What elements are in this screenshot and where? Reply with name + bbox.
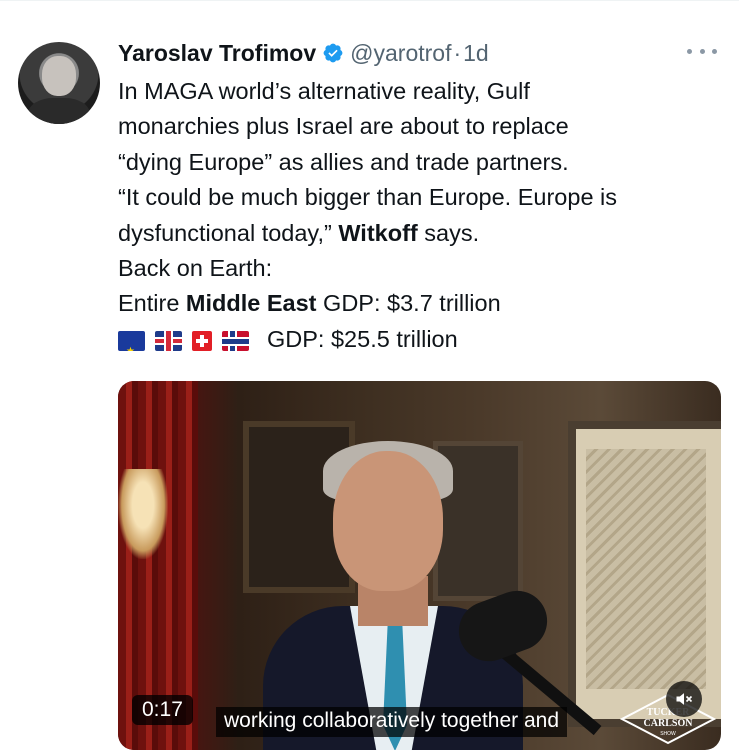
tweet-text: In MAGA world’s alternative reality, Gul… bbox=[118, 74, 730, 357]
bold-name: Witkoff bbox=[338, 219, 418, 246]
verified-badge-icon bbox=[322, 42, 344, 64]
dot bbox=[699, 48, 705, 54]
logo-text: CARLSON bbox=[644, 718, 694, 729]
avatar[interactable] bbox=[18, 42, 100, 124]
video-player[interactable]: 0:17 working collaboratively together an… bbox=[118, 381, 721, 750]
video-time-badge: 0:17 bbox=[132, 695, 193, 725]
text-segment: GDP: $25.5 trillion bbox=[267, 325, 458, 352]
author-handle[interactable]: @yarotrof bbox=[350, 40, 451, 67]
text-segment: GDP: $3.7 trillion bbox=[316, 290, 501, 317]
video-background-map bbox=[568, 421, 721, 727]
text-line: “It could be much bigger than Europe. Eu… bbox=[118, 184, 618, 211]
tweet[interactable]: Yaroslav Trofimov @yarotrof · 1d In MAGA… bbox=[0, 0, 739, 750]
logo-text: SHOW bbox=[660, 731, 676, 737]
text-segment: dysfunctional today,” bbox=[118, 219, 339, 246]
eu-flag-icon bbox=[118, 330, 145, 351]
dot bbox=[687, 48, 692, 54]
speaker-muted-icon[interactable] bbox=[666, 681, 702, 717]
text-line: Back on Earth: bbox=[118, 255, 273, 282]
text-line: Entire Middle East GDP: $3.7 trillion bbox=[118, 286, 730, 321]
text-line: monarchies plus Israel are about to repl… bbox=[118, 113, 569, 140]
text-segment: Entire bbox=[118, 290, 186, 317]
bold-region: Middle East bbox=[185, 290, 317, 317]
author-name[interactable]: Yaroslav Trofimov bbox=[118, 40, 316, 67]
text-line: dysfunctional today,” Witkoff says. bbox=[118, 216, 730, 251]
tweet-header: Yaroslav Trofimov @yarotrof · 1d bbox=[118, 36, 489, 70]
dot bbox=[712, 48, 717, 54]
video-person-head bbox=[333, 451, 443, 591]
text-segment: says. bbox=[417, 219, 480, 246]
video-caption: working collaboratively together and bbox=[216, 707, 568, 737]
flag-emoji-group bbox=[118, 330, 259, 351]
norway-flag-icon bbox=[222, 330, 249, 351]
uk-flag-icon bbox=[155, 330, 182, 351]
tweet-age[interactable]: 1d bbox=[463, 40, 489, 67]
more-options-icon[interactable] bbox=[687, 40, 717, 62]
text-line: GDP: $25.5 trillion bbox=[118, 322, 730, 357]
video-background-lamp bbox=[118, 469, 168, 559]
text-line: “dying Europe” as allies and trade partn… bbox=[118, 148, 569, 175]
switzerland-flag-icon bbox=[192, 330, 212, 351]
separator-dot: · bbox=[453, 39, 462, 66]
text-line: In MAGA world’s alternative reality, Gul… bbox=[118, 78, 530, 104]
